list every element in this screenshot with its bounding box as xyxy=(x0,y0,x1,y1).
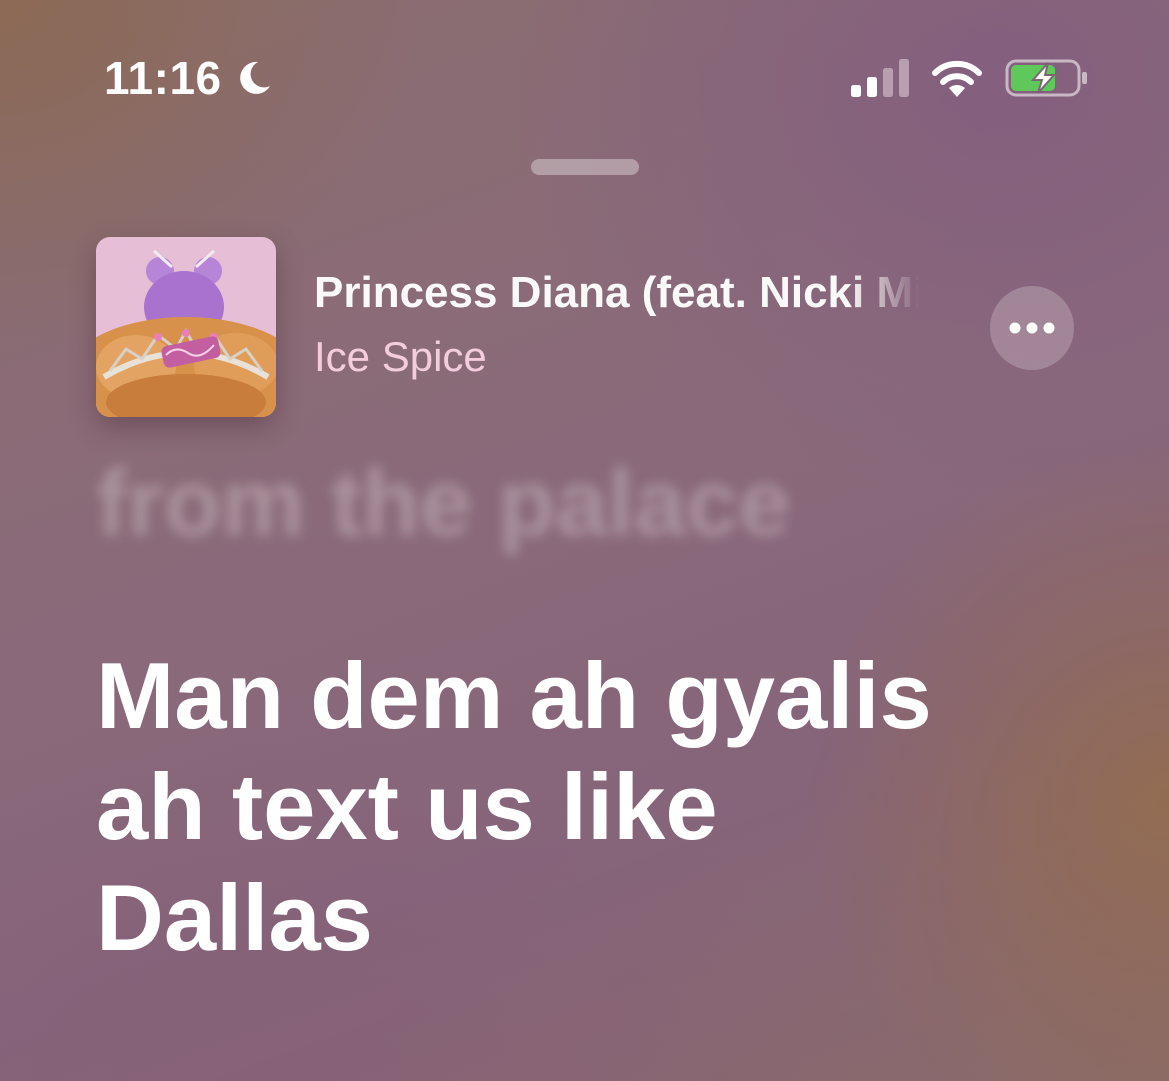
lyric-line-previous[interactable]: from the palace xyxy=(96,448,856,558)
moon-icon xyxy=(239,61,270,94)
wifi-icon xyxy=(932,60,982,97)
more-options-button[interactable] xyxy=(990,286,1074,370)
battery-charging-icon xyxy=(1005,59,1087,97)
ellipsis-icon xyxy=(1009,322,1055,334)
sheet-grabber[interactable] xyxy=(531,159,639,175)
track-info[interactable]: Princess Diana (feat. Nicki Minaj) Ice S… xyxy=(314,262,920,390)
status-bar-indicators xyxy=(851,58,1089,98)
cellular-signal-icon xyxy=(851,59,909,97)
clock: 11:16 xyxy=(104,52,222,104)
album-artwork[interactable] xyxy=(96,237,276,417)
lyrics-screen: 11:16 Princess Diana (feat. Nicki Mi Ice… xyxy=(0,0,1169,1081)
album-art-image xyxy=(96,237,276,417)
track-title: Princess Diana (feat. Nicki Minaj) xyxy=(314,268,920,317)
status-bar-time: 11:16 xyxy=(104,50,274,106)
lyric-line-current[interactable]: Man dem ah gyalis ah text us like Dallas xyxy=(96,640,996,973)
track-artist: Ice Spice xyxy=(314,333,487,380)
